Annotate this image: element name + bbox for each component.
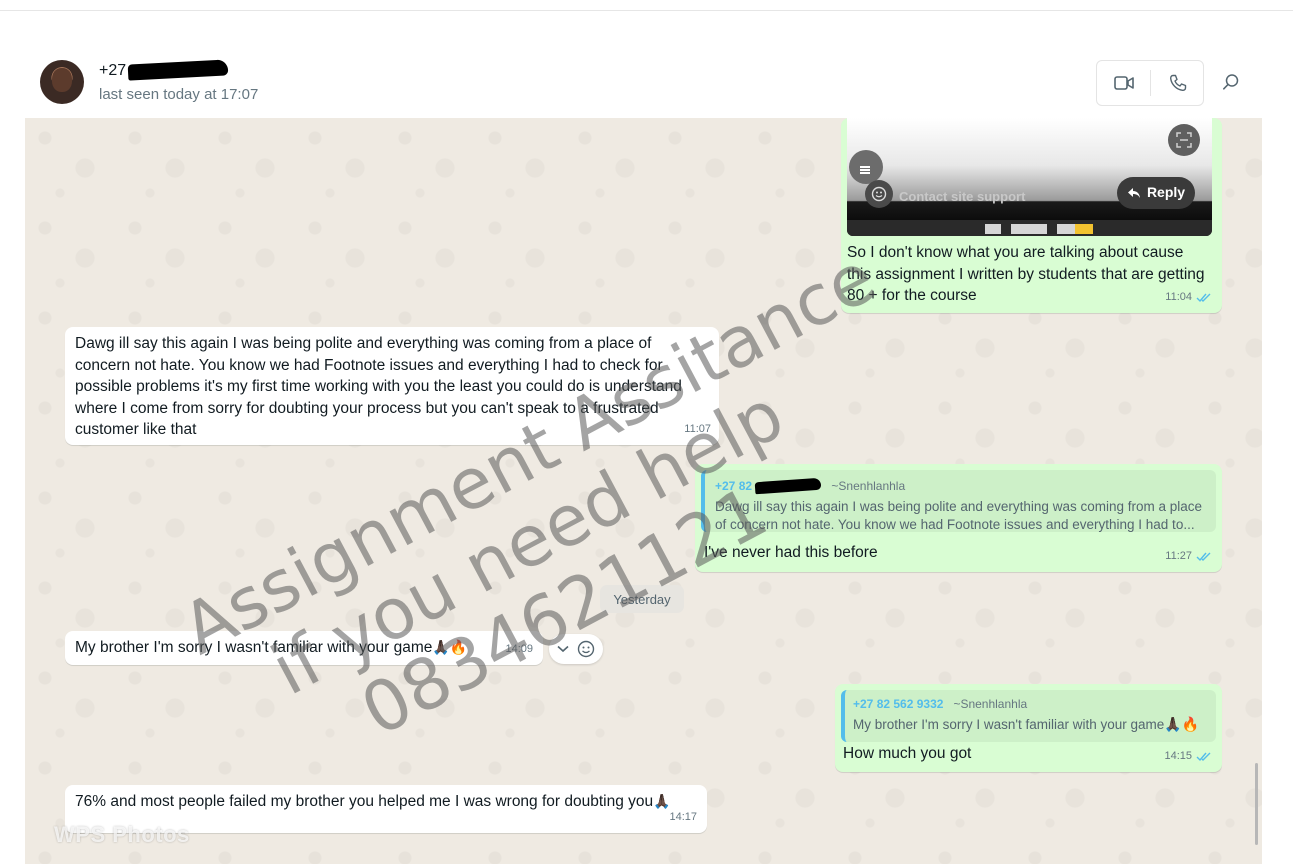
- message-image[interactable]: Contact site support Reply: [847, 118, 1212, 236]
- avatar-face: [52, 68, 72, 92]
- image-thumb: [985, 224, 1001, 234]
- emoji-icon: [865, 180, 893, 208]
- message-outgoing[interactable]: +27 82 562 9332 ~Snenhlanhla My brother …: [835, 684, 1222, 772]
- contact-name-prefix: +27: [99, 62, 127, 79]
- message-text-content: 76% and most people failed my brother yo…: [75, 793, 654, 810]
- reply-arrow-icon: [1127, 188, 1140, 198]
- message-time: 11:04: [1165, 290, 1192, 303]
- redaction-mark: [127, 59, 229, 81]
- message-time: 11:07: [684, 422, 711, 435]
- quoted-sender-number: +27 82 562 9332: [853, 697, 944, 711]
- chevron-down-icon[interactable]: [557, 645, 569, 653]
- search-icon: [1222, 74, 1239, 90]
- message-meta: 11:04: [1165, 287, 1212, 309]
- message-meta: 11:07: [684, 419, 711, 441]
- chat-area[interactable]: Contact site support Reply So I don't kn…: [25, 118, 1262, 864]
- scan-icon: [1168, 124, 1200, 156]
- message-time: 14:15: [1164, 749, 1192, 762]
- double-check-icon: [1196, 293, 1211, 302]
- message-time: 14:17: [669, 810, 697, 823]
- message-text: How much you got: [843, 745, 972, 762]
- day-separator: Yesterday: [600, 585, 684, 613]
- message-time: 14:09: [505, 642, 533, 655]
- chat-header: +27 last seen today at 17:07: [25, 46, 1262, 118]
- quoted-text: My brother I'm sorry I wasn't familiar w…: [853, 716, 1208, 734]
- message-outgoing[interactable]: Contact site support Reply So I don't kn…: [841, 118, 1222, 313]
- double-check-icon: [1196, 552, 1211, 561]
- message-incoming[interactable]: Dawg ill say this again I was being poli…: [65, 327, 719, 445]
- window-top-bar: [0, 0, 1293, 11]
- list-icon: [849, 150, 883, 184]
- message-time: 11:27: [1165, 549, 1192, 562]
- double-check-icon: [1196, 752, 1211, 761]
- message-text: Dawg ill say this again I was being poli…: [75, 335, 682, 438]
- message-text: My brother I'm sorry I wasn't familiar w…: [75, 637, 467, 660]
- message-incoming[interactable]: My brother I'm sorry I wasn't familiar w…: [65, 631, 543, 665]
- divider: [1150, 70, 1151, 96]
- app-watermark: WPS Photos: [54, 822, 190, 847]
- quoted-sender-name: ~Snenhlanhla: [831, 479, 906, 493]
- voice-call-button[interactable]: [1160, 65, 1196, 101]
- message-actions[interactable]: [549, 634, 603, 664]
- avatar[interactable]: [40, 60, 84, 104]
- message-text: I've never had this before: [704, 544, 878, 561]
- call-buttons-group: [1096, 60, 1204, 106]
- last-seen-status: last seen today at 17:07: [99, 86, 259, 103]
- quoted-message[interactable]: +27 82 ~Snenhlanhla Dawg ill say this ag…: [701, 470, 1216, 532]
- quoted-emoji: 🙏🏿🔥: [1164, 716, 1200, 733]
- message-outgoing[interactable]: +27 82 ~Snenhlanhla Dawg ill say this ag…: [695, 464, 1222, 572]
- video-camera-icon: [1114, 76, 1134, 90]
- image-thumb: [1057, 224, 1093, 234]
- quoted-sender: +27 82 ~Snenhlanhla: [715, 476, 1206, 498]
- image-support-text: Contact site support: [899, 189, 1026, 204]
- image-thumb: [1011, 224, 1047, 234]
- phone-icon: [1169, 74, 1187, 92]
- quoted-sender-number: +27 82: [715, 479, 753, 493]
- message-text: So I don't know what you are talking abo…: [847, 244, 1205, 304]
- search-button[interactable]: [1213, 64, 1249, 100]
- message-meta: 14:17: [669, 807, 697, 829]
- image-reply-button: Reply: [1117, 177, 1195, 209]
- message-emoji: 🙏🏿: [653, 794, 671, 810]
- scrollbar[interactable]: [1255, 763, 1258, 845]
- quoted-message[interactable]: +27 82 562 9332 ~Snenhlanhla My brother …: [841, 690, 1216, 742]
- image-reply-label: Reply: [1146, 184, 1186, 201]
- message-meta: 11:27: [1165, 546, 1212, 568]
- message-meta: 14:09: [505, 639, 533, 661]
- quoted-text: Dawg ill say this again I was being poli…: [715, 498, 1203, 532]
- smiley-icon[interactable]: [577, 640, 595, 658]
- quoted-sender-name: ~Snenhlanhla: [953, 697, 1028, 711]
- quoted-sender: +27 82 562 9332 ~Snenhlanhla: [853, 694, 1208, 716]
- video-call-button[interactable]: [1106, 65, 1142, 101]
- message-text: 76% and most people failed my brother yo…: [75, 791, 671, 814]
- quoted-text-content: My brother I'm sorry I wasn't familiar w…: [853, 716, 1165, 732]
- message-emoji: 🙏🏿🔥: [432, 640, 468, 656]
- message-text-content: My brother I'm sorry I wasn't familiar w…: [75, 639, 433, 656]
- contact-name[interactable]: +27: [99, 59, 229, 81]
- redaction-mark: [755, 477, 822, 495]
- message-meta: 14:15: [1164, 746, 1212, 768]
